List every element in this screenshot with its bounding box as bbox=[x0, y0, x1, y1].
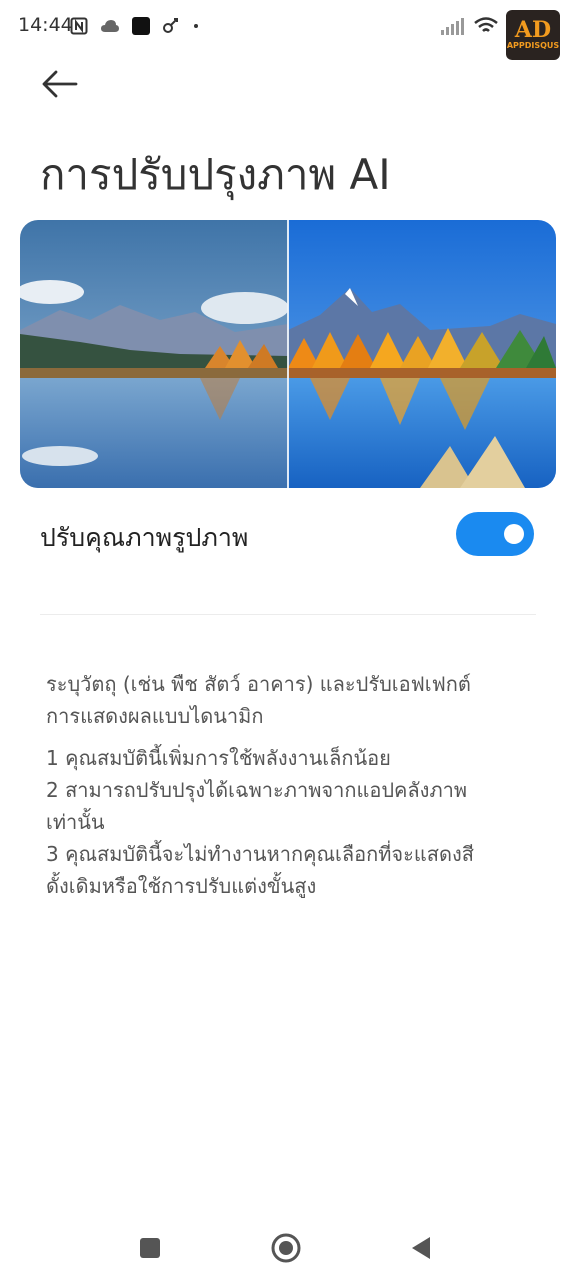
dot-icon bbox=[194, 24, 198, 28]
back-button[interactable] bbox=[38, 66, 82, 102]
cloud-icon bbox=[101, 20, 119, 32]
switch-knob bbox=[504, 524, 524, 544]
comparison-image bbox=[20, 220, 556, 488]
app-square-icon bbox=[132, 17, 150, 35]
wifi-icon bbox=[474, 17, 498, 32]
toggle-label: ปรับคุณภาพรูปภาพ bbox=[40, 523, 249, 552]
page-title: การปรับปรุงภาพ AI bbox=[40, 150, 391, 199]
recents-button[interactable] bbox=[134, 1232, 166, 1264]
note-line: 2 สามารถปรับปรุงได้เฉพาะภาพจากแอปคลังภาพ bbox=[46, 778, 468, 802]
navigation-bar bbox=[0, 1212, 576, 1280]
status-icons-right bbox=[440, 14, 498, 38]
divider bbox=[40, 614, 536, 615]
back-triangle-icon bbox=[412, 1237, 430, 1259]
status-icons-left bbox=[70, 14, 200, 38]
watermark-logo-top: AD bbox=[514, 17, 552, 43]
nfc-icon bbox=[70, 17, 88, 35]
description-notes: 1 คุณสมบัตินี้เพิ่มการใช้พลังงานเล็กน้อย… bbox=[46, 742, 546, 902]
watermark-logo-bottom: APPDISQUS bbox=[506, 41, 560, 50]
description-line: ระบุวัตถุ (เช่น พืช สัตว์ อาคาร) และปรับ… bbox=[46, 672, 471, 696]
note-line: 3 คุณสมบัตินี้จะไม่ทำงานหากคุณเลือกที่จะ… bbox=[46, 842, 474, 866]
back-nav-button[interactable] bbox=[406, 1232, 438, 1264]
note-line: 1 คุณสมบัตินี้เพิ่มการใช้พลังงานเล็กน้อย bbox=[46, 746, 391, 770]
status-time: 14:44 bbox=[18, 14, 73, 36]
note-line: เท่านั้น bbox=[46, 810, 105, 834]
home-circle-icon bbox=[271, 1233, 301, 1263]
connect-icon bbox=[163, 18, 178, 33]
home-button[interactable] bbox=[270, 1232, 302, 1264]
note-line: ดั้งเดิมหรือใช้การปรับแต่งขั้นสูง bbox=[46, 874, 317, 898]
description-line: การแสดงผลแบบไดนามิก bbox=[46, 704, 264, 728]
arrow-left-icon bbox=[42, 70, 78, 98]
signal-icon bbox=[441, 18, 464, 35]
enhance-image-switch[interactable] bbox=[456, 512, 534, 556]
status-bar: 14:44 bbox=[0, 0, 576, 56]
description-intro: ระบุวัตถุ (เช่น พืช สัตว์ อาคาร) และปรับ… bbox=[46, 668, 546, 732]
watermark-logo: AD APPDISQUS bbox=[506, 10, 560, 60]
recents-square-icon bbox=[140, 1238, 160, 1258]
enhance-image-toggle-row[interactable]: ปรับคุณภาพรูปภาพ bbox=[0, 496, 576, 572]
